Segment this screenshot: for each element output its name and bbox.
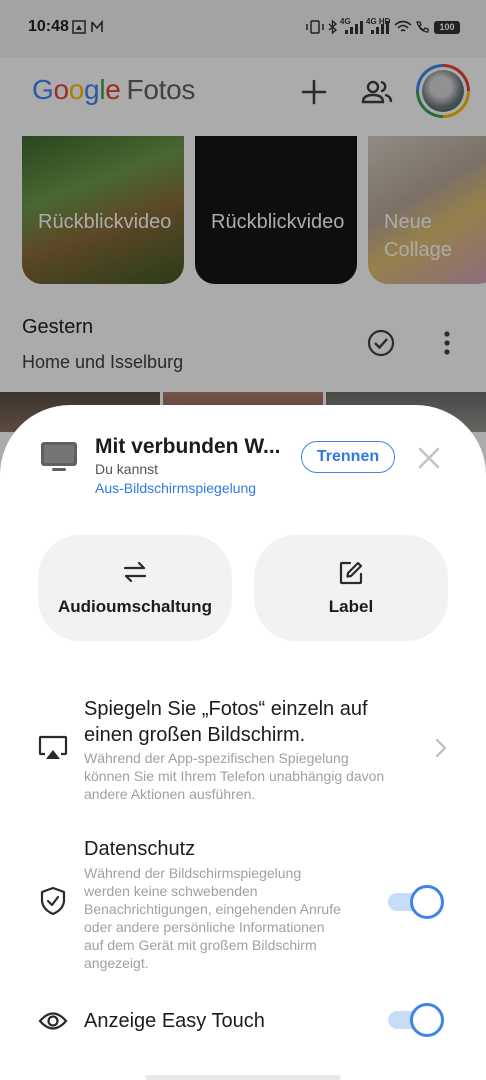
airplay-icon	[38, 735, 68, 759]
app-mirroring-title: Spiegeln Sie „Fotos“ einzeln auf einen g…	[84, 698, 368, 746]
privacy-description: Während der Bildschirmspiegelung werden …	[84, 865, 341, 971]
shield-check-icon	[40, 886, 66, 916]
label-button[interactable]: Label	[254, 535, 448, 641]
shield-icon-wrap	[38, 886, 68, 916]
easy-touch-title: Anzeige Easy Touch	[84, 1010, 265, 1032]
close-icon[interactable]	[416, 445, 442, 471]
monitor-icon	[41, 442, 77, 471]
airplay-icon-wrap	[38, 733, 68, 763]
swap-icon	[123, 561, 147, 583]
privacy-title: Datenschutz	[84, 838, 196, 860]
screen-cast-sheet: Mit verbunden W... Du kannst Aus-Bildsch…	[0, 405, 486, 1080]
disconnect-button[interactable]: Trennen	[301, 441, 395, 473]
edit-icon	[339, 561, 363, 585]
privacy-toggle[interactable]	[388, 885, 444, 919]
cast-device-subtitle: Du kannst	[95, 461, 159, 477]
label-button-label: Label	[328, 597, 374, 616]
stop-mirroring-link[interactable]: Aus-Bildschirmspiegelung	[95, 480, 256, 496]
chevron-right-icon	[435, 738, 447, 758]
audio-switch-label: Audioumschaltung	[58, 597, 212, 616]
app-mirroring-description: Während der App-spezifischen Spiegelung …	[84, 750, 385, 802]
audio-switch-button[interactable]: Audioumschaltung	[38, 535, 232, 641]
easy-touch-toggle[interactable]	[388, 1003, 444, 1037]
eye-icon	[38, 1012, 68, 1030]
eye-icon-wrap	[38, 1006, 68, 1036]
cast-device-title: Mit verbunden W...	[95, 435, 281, 458]
gesture-bar[interactable]	[145, 1075, 341, 1080]
